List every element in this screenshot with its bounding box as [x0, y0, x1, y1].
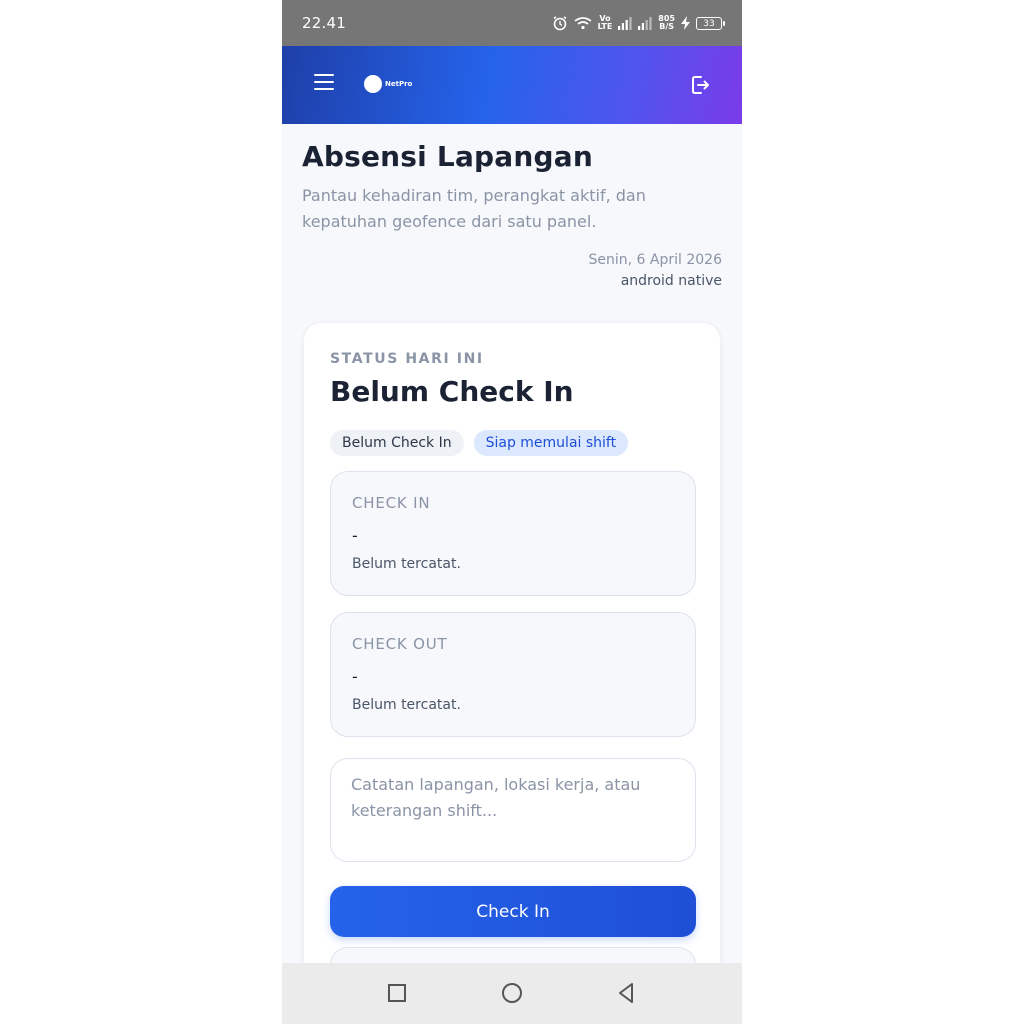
network-speed: 805 B/S — [658, 14, 675, 31]
check-in-value: - — [352, 526, 358, 545]
logo-text: NetPro — [385, 80, 413, 88]
signal-icon — [618, 16, 632, 30]
wifi-icon — [574, 17, 592, 30]
check-in-desc: Belum tercatat. — [352, 556, 461, 572]
app-header: NetPro — [282, 46, 742, 124]
logo-circle-icon — [364, 75, 382, 93]
main-content[interactable]: Absensi Lapangan Pantau kehadiran tim, p… — [282, 124, 742, 964]
shift-badge: Siap memulai shift — [473, 430, 629, 456]
check-in-box: CHECK IN - Belum tercatat. — [330, 471, 696, 596]
check-in-label: CHECK IN — [352, 494, 431, 512]
phone-screen: 22.41 Vo LTE 805 B/S 33 NetPro Absensi L… — [282, 0, 742, 1024]
check-out-value: - — [352, 667, 358, 686]
battery-icon: 33 — [696, 16, 725, 30]
recent-apps-icon[interactable] — [385, 981, 409, 1005]
check-out-desc: Belum tercatat. — [352, 697, 461, 713]
logout-icon[interactable] — [688, 73, 712, 97]
current-date: Senin, 6 April 2026 — [588, 252, 722, 268]
check-out-box: CHECK OUT - Belum tercatat. — [330, 612, 696, 737]
alarm-icon — [553, 16, 567, 31]
status-badge: Belum Check In — [330, 430, 464, 456]
status-chips: Belum Check In Siap memulai shift — [330, 430, 629, 456]
signal-icon-2 — [638, 16, 652, 30]
page-subtitle: Pantau kehadiran tim, perangkat aktif, d… — [302, 186, 646, 231]
charging-icon — [681, 16, 690, 30]
platform-label: android native — [620, 273, 722, 289]
status-title: Belum Check In — [330, 375, 574, 408]
next-section-box — [330, 947, 696, 964]
status-bar: 22.41 Vo LTE 805 B/S 33 — [282, 0, 742, 46]
status-kicker: STATUS HARI INI — [330, 351, 484, 367]
back-icon[interactable] — [614, 981, 638, 1005]
date-info: Senin, 6 April 2026 android native — [589, 250, 722, 292]
app-logo: NetPro — [364, 75, 412, 93]
hamburger-menu-icon[interactable] — [314, 74, 336, 94]
home-icon[interactable] — [500, 981, 524, 1005]
status-time: 22.41 — [302, 14, 346, 32]
check-out-label: CHECK OUT — [352, 635, 448, 653]
notes-input[interactable] — [330, 758, 696, 862]
system-nav-bar — [282, 963, 742, 1024]
volte-indicator: Vo LTE — [597, 14, 613, 31]
status-card: STATUS HARI INI Belum Check In Belum Che… — [303, 322, 721, 964]
status-icons: Vo LTE 805 B/S 33 — [552, 12, 725, 34]
page-title: Absensi Lapangan — [302, 140, 593, 173]
check-in-button[interactable]: Check In — [330, 886, 696, 937]
